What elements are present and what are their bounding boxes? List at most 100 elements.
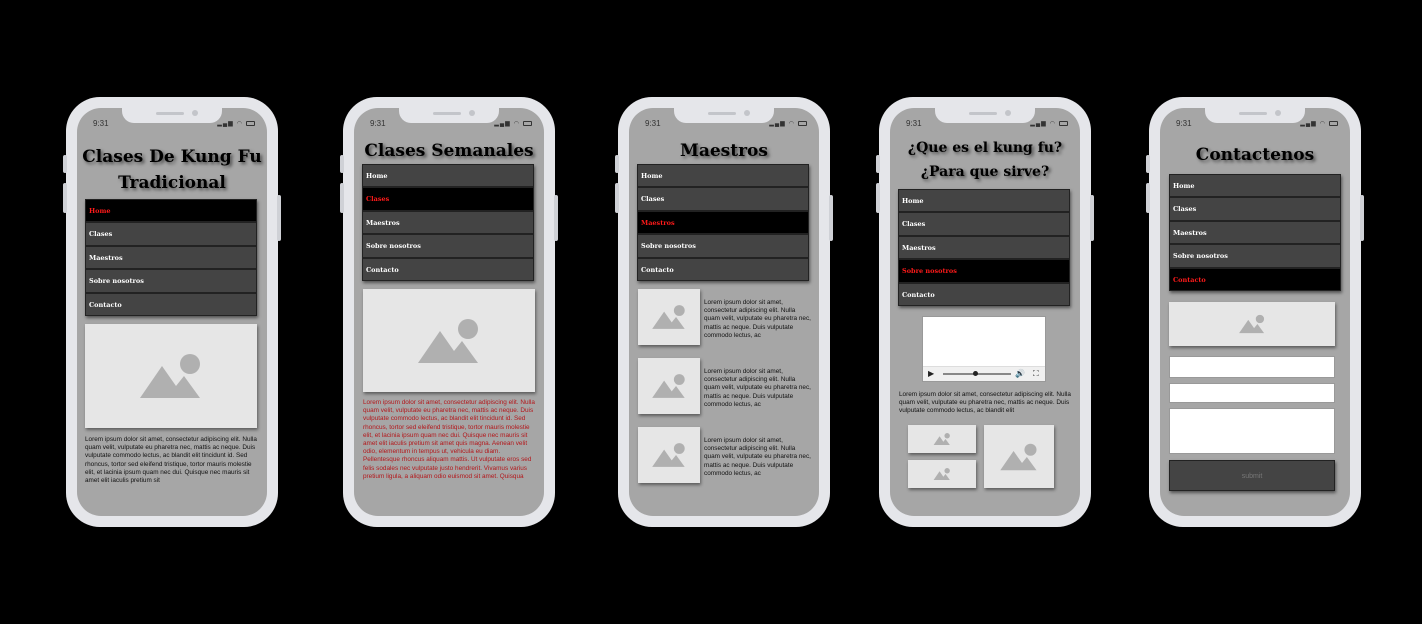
image-placeholder-icon — [652, 443, 685, 467]
teacher-photo-2 — [638, 358, 700, 414]
contact-image — [1169, 302, 1335, 346]
battery-icon — [523, 121, 532, 126]
about-paragraph: Lorem ipsum dolor sit amet, consectetur … — [899, 391, 1071, 415]
nav-home[interactable]: Home — [85, 199, 257, 223]
image-placeholder-icon — [1000, 443, 1037, 470]
gallery-image-3 — [984, 425, 1054, 488]
status-icons: ▂▄▆ ◠ — [1300, 120, 1338, 127]
signal-icon: ▂▄▆ — [217, 121, 234, 127]
nav-sobre-nosotros[interactable]: Sobre nosotros — [898, 259, 1070, 283]
mute-switch — [63, 155, 67, 173]
image-placeholder-icon — [418, 318, 478, 363]
nav-sobre-nosotros[interactable]: Sobre nosotros — [362, 234, 534, 258]
screen-contacto: 9:31 ▂▄▆ ◠ Contactenos Home Clases Maestr… — [1160, 108, 1350, 516]
nav-home[interactable]: Home — [637, 164, 809, 188]
wifi-icon: ◠ — [1049, 121, 1056, 127]
teacher-bio-3: Lorem ipsum dolor sit amet, consectetur … — [704, 437, 811, 477]
power-button — [1090, 195, 1094, 241]
page-title: Clases Semanales — [364, 141, 534, 161]
nav-clases[interactable]: Clases — [637, 187, 809, 211]
nav-maestros[interactable]: Maestros — [898, 235, 1070, 260]
nav-menu: Home Clases Maestros Sobre nosotros Cont… — [85, 199, 257, 316]
wifi-icon: ◠ — [236, 121, 243, 127]
power-button — [277, 195, 281, 241]
teacher-photo-1 — [638, 289, 700, 345]
screen-clases: 9:31 ▂▄▆ ◠ Clases Semanales Home Clases M… — [354, 108, 544, 516]
nav-home[interactable]: Home — [898, 189, 1070, 213]
nav-sobre-nosotros[interactable]: Sobre nosotros — [85, 269, 257, 293]
message-textarea[interactable] — [1169, 408, 1335, 454]
mute-switch — [876, 155, 880, 173]
battery-icon — [1059, 121, 1068, 126]
image-placeholder-icon — [933, 433, 950, 445]
nav-home[interactable]: Home — [362, 164, 534, 188]
teacher-bio-2: Lorem ipsum dolor sit amet, consectetur … — [704, 368, 811, 408]
nav-maestros[interactable]: Maestros — [85, 245, 257, 270]
nav-contacto[interactable]: Contacto — [1169, 267, 1341, 291]
teacher-photo-3 — [638, 427, 700, 483]
nav-clases[interactable]: Clases — [85, 222, 257, 246]
video-progress-knob[interactable] — [973, 371, 978, 376]
nav-contacto[interactable]: Contacto — [362, 257, 534, 281]
nav-sobre-nosotros[interactable]: Sobre nosotros — [1169, 244, 1341, 268]
schedule-paragraph: Lorem ipsum dolor sit amet, consectetur … — [363, 399, 535, 480]
volume-icon[interactable]: 🔊 — [1015, 369, 1025, 378]
phone-clases: 9:31 ▂▄▆ ◠ Clases Semanales Home Clases M… — [340, 97, 558, 527]
nav-menu: Home Clases Maestros Sobre nosotros Cont… — [1169, 174, 1341, 291]
signal-icon: ▂▄▆ — [1300, 121, 1317, 127]
image-placeholder-icon — [933, 468, 950, 480]
gallery-image-2 — [908, 460, 976, 488]
nav-sobre-nosotros[interactable]: Sobre nosotros — [637, 234, 809, 258]
status-time: 9:31 — [93, 119, 109, 128]
status-icons: ▂▄▆ ◠ — [217, 120, 255, 127]
battery-icon — [1329, 121, 1338, 126]
power-button — [829, 195, 833, 241]
video-player[interactable]: ▶ 🔊 ⛶ — [922, 316, 1046, 382]
submit-button[interactable]: submit — [1169, 460, 1335, 491]
image-placeholder-icon — [140, 354, 200, 398]
status-time: 9:31 — [1176, 119, 1192, 128]
page-title: Contactenos — [1195, 145, 1315, 165]
image-placeholder-icon — [1239, 314, 1265, 334]
wifi-icon: ◠ — [1319, 121, 1326, 127]
nav-menu: Home Clases Maestros Sobre nosotros Cont… — [898, 189, 1070, 306]
power-button — [1360, 195, 1364, 241]
phone-maestros: 9:31 ▂▄▆ ◠ Maestros Home Clases Maestros … — [615, 97, 833, 527]
signal-icon: ▂▄▆ — [494, 121, 511, 127]
nav-clases[interactable]: Clases — [1169, 197, 1341, 221]
nav-contacto[interactable]: Contacto — [637, 257, 809, 281]
wifi-icon: ◠ — [788, 121, 795, 127]
wifi-icon: ◠ — [513, 121, 520, 127]
status-time: 9:31 — [370, 119, 386, 128]
nav-clases[interactable]: Clases — [898, 212, 1070, 236]
nav-home[interactable]: Home — [1169, 174, 1341, 198]
name-field[interactable] — [1169, 356, 1335, 378]
play-icon[interactable]: ▶ — [928, 369, 934, 378]
nav-maestros[interactable]: Maestros — [637, 210, 809, 235]
phone-home: 9:31 ▂▄▆ ◠ Clases De Kung Fu Tradicional … — [63, 97, 281, 527]
email-field[interactable] — [1169, 383, 1335, 403]
volume-up-button — [340, 183, 344, 213]
status-icons: ▂▄▆ ◠ — [1030, 120, 1068, 127]
nav-maestros[interactable]: Maestros — [1169, 220, 1341, 245]
volume-up-button — [63, 183, 67, 213]
nav-clases[interactable]: Clases — [362, 187, 534, 211]
nav-maestros[interactable]: Maestros — [362, 210, 534, 235]
image-placeholder-icon — [652, 374, 685, 398]
nav-contacto[interactable]: Contacto — [898, 282, 1070, 306]
page-title: ¿Que es el kung fu? ¿Para que sirve? — [890, 136, 1080, 184]
title-line-1: ¿Que es el kung fu? — [907, 140, 1063, 156]
signal-icon: ▂▄▆ — [1030, 121, 1047, 127]
image-placeholder-icon — [652, 305, 685, 329]
volume-up-button — [615, 183, 619, 213]
fullscreen-icon[interactable]: ⛶ — [1033, 369, 1039, 379]
mute-switch — [1146, 155, 1150, 173]
screen-sobre-nosotros: 9:31 ▂▄▆ ◠ ¿Que es el kung fu? ¿Para que … — [890, 108, 1080, 516]
phone-contacto: 9:31 ▂▄▆ ◠ Contactenos Home Clases Maestr… — [1146, 97, 1364, 527]
notch — [399, 108, 499, 123]
nav-menu: Home Clases Maestros Sobre nosotros Cont… — [362, 164, 534, 281]
page-title: Maestros — [680, 141, 768, 161]
status-icons: ▂▄▆ ◠ — [769, 120, 807, 127]
nav-contacto[interactable]: Contacto — [85, 292, 257, 316]
status-time: 9:31 — [906, 119, 922, 128]
